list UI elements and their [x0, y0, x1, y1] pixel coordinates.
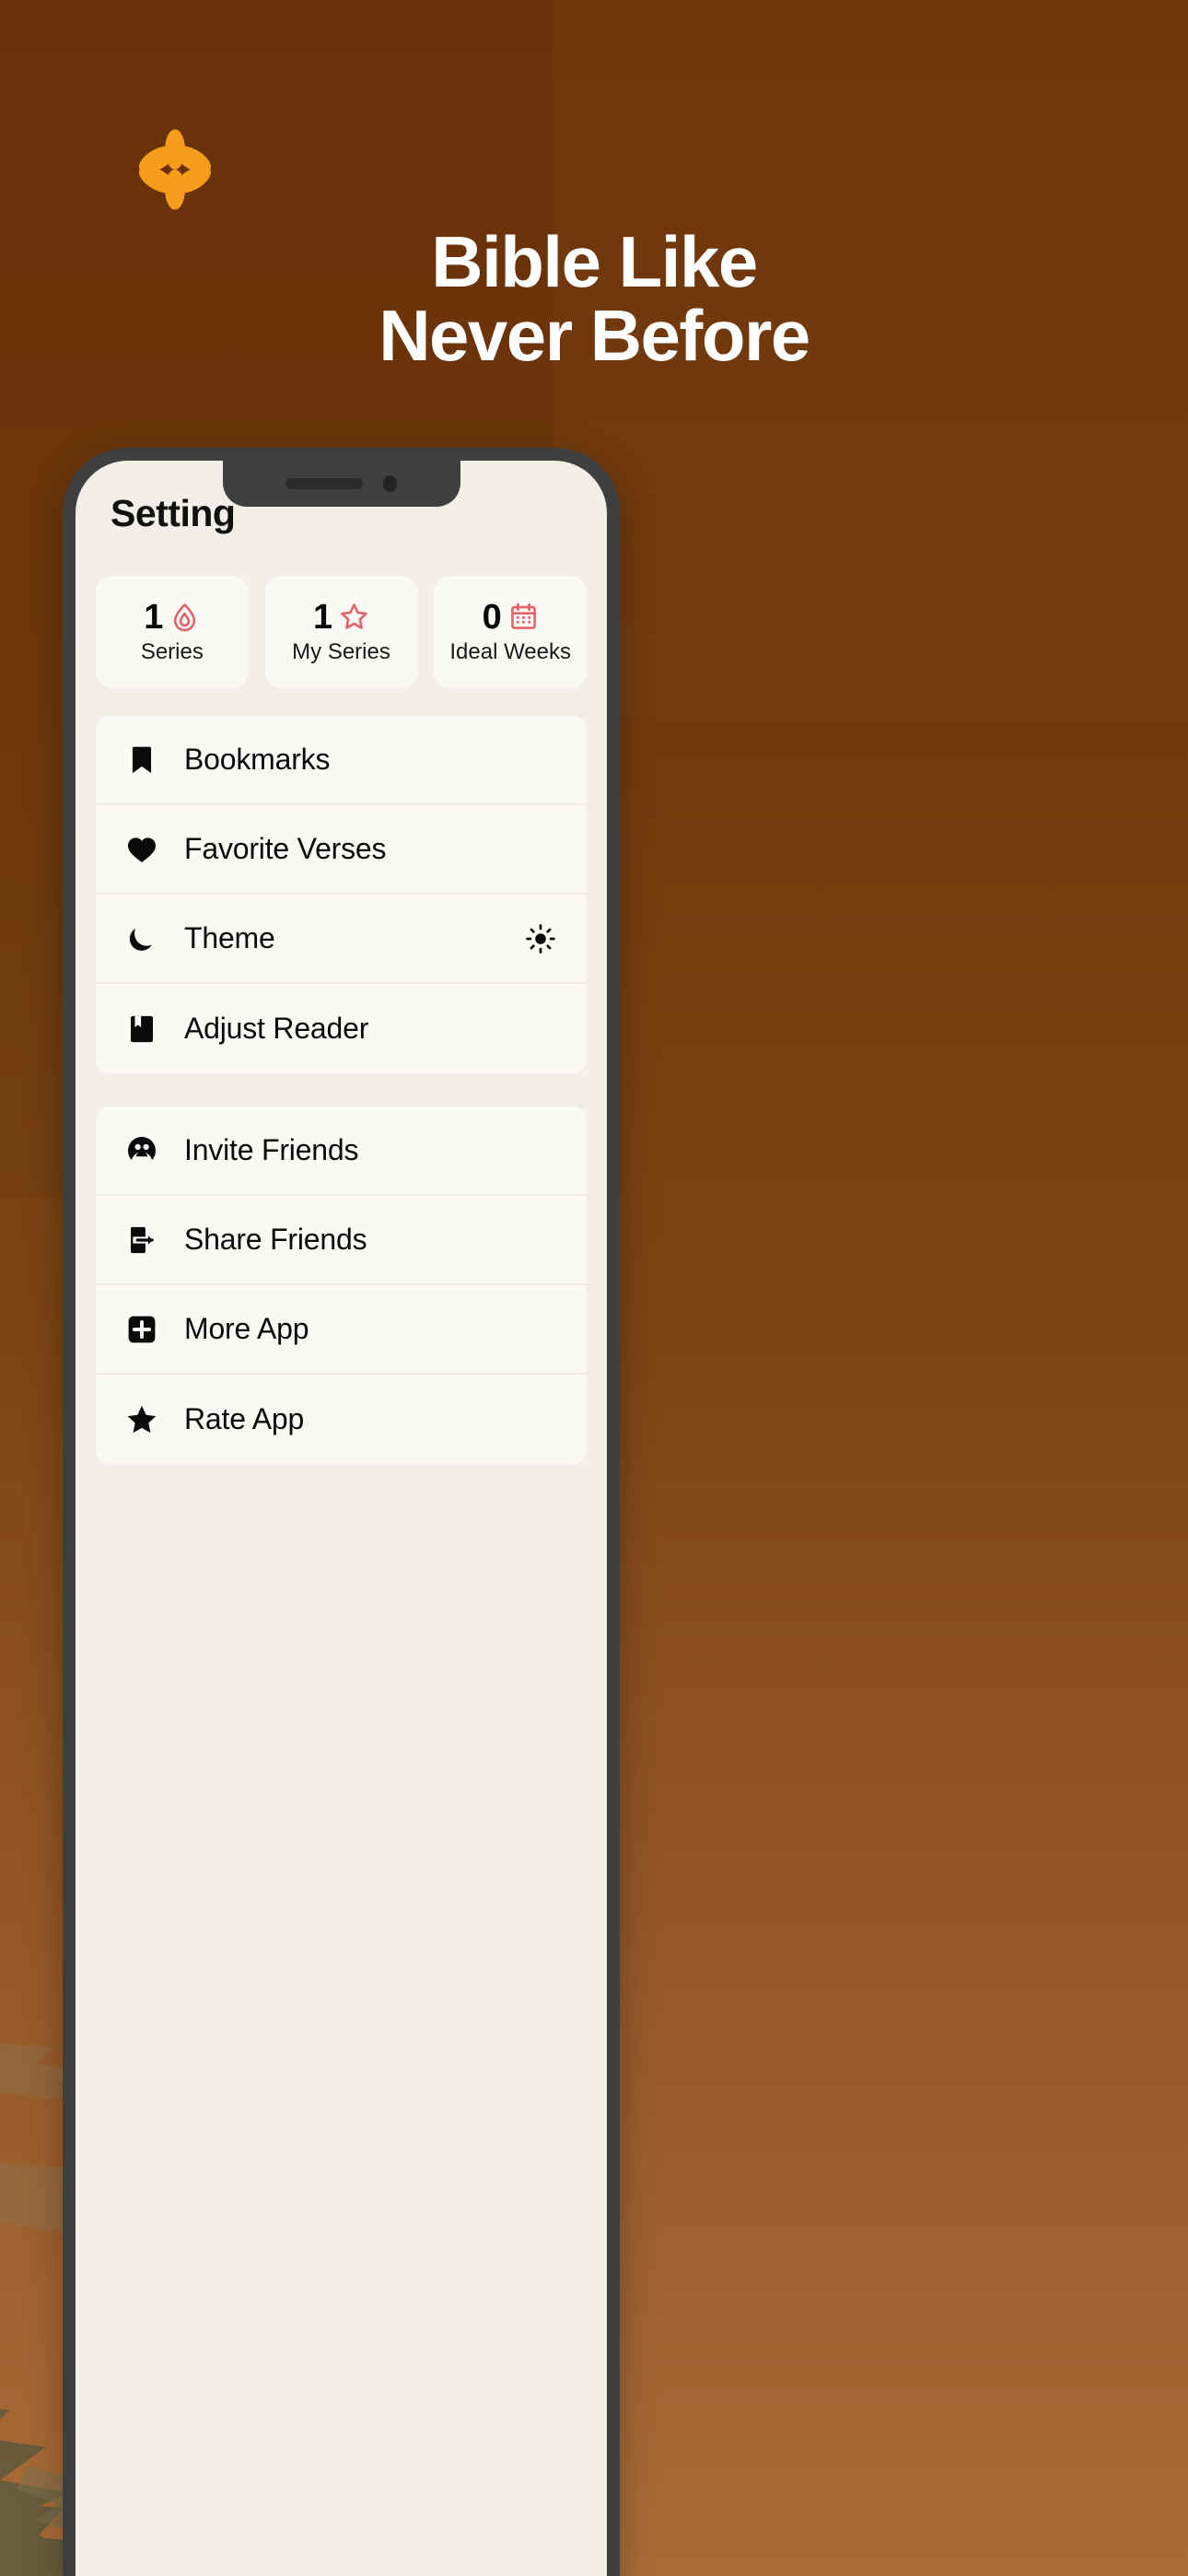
stat-card-series[interactable]: 1 Series	[96, 576, 249, 688]
stat-value-row: 1	[144, 600, 200, 635]
moon-icon	[125, 922, 158, 955]
list-item-label: Adjust Reader	[184, 1012, 369, 1045]
asterisk-flower-icon	[138, 129, 212, 210]
list-item-label: Bookmarks	[184, 743, 331, 776]
sun-icon[interactable]	[524, 922, 557, 955]
stat-card-ideal-weeks[interactable]: 0 Ideal Weeks	[434, 576, 588, 688]
promo-screenshot: Bible Like Never Before Setting 1 Series…	[0, 0, 1188, 2576]
list-item-more-app[interactable]: More App	[96, 1285, 587, 1375]
bookmark-icon	[125, 744, 158, 777]
headline-line-1: Bible Like	[431, 221, 758, 302]
stat-card-my-series[interactable]: 1 My Series	[264, 576, 418, 688]
calendar-icon	[510, 603, 536, 629]
list-item-bookmarks[interactable]: Bookmarks	[96, 716, 587, 805]
stat-value-row: 1	[313, 600, 369, 635]
list-item-theme[interactable]: Theme	[96, 895, 587, 984]
list-item-label: Invite Friends	[184, 1133, 359, 1166]
list-item-label: Share Friends	[184, 1223, 367, 1256]
list-item-label: Favorite Verses	[184, 832, 387, 865]
front-camera-icon	[383, 475, 397, 492]
phone-screen: Setting 1 Series 1 My Series 0 Ideal Wee…	[76, 461, 607, 2576]
star-outline-icon	[341, 603, 367, 629]
star-filled-icon	[125, 1403, 158, 1436]
list-item-share-friends[interactable]: Share Friends	[96, 1196, 587, 1285]
phone-notch	[222, 461, 460, 507]
list-item-invite-friends[interactable]: Invite Friends	[96, 1107, 587, 1196]
stat-value: 0	[482, 597, 502, 637]
phone-mockup: Setting 1 Series 1 My Series 0 Ideal Wee…	[63, 448, 620, 2576]
list-item-rate-app[interactable]: Rate App	[96, 1375, 587, 1464]
stat-label: My Series	[292, 638, 390, 664]
plus-square-icon	[125, 1313, 158, 1346]
people-circle-icon	[125, 1134, 158, 1167]
heart-icon	[125, 833, 158, 866]
brand-logo	[0, 129, 1188, 210]
stat-label: Series	[140, 638, 204, 664]
share-phone-icon	[125, 1224, 158, 1257]
stat-value: 1	[312, 597, 333, 637]
settings-group-library: Bookmarks Favorite Verses Theme Adjust R…	[96, 716, 587, 1073]
stat-value-row: 0	[483, 600, 539, 635]
earpiece-speaker-icon	[285, 478, 363, 489]
stat-value: 1	[144, 597, 164, 637]
list-item-label: Rate App	[184, 1402, 305, 1435]
flame-icon	[174, 603, 196, 632]
promo-headline: Bible Like Never Before	[0, 225, 1188, 376]
settings-group-social: Invite Friends Share Friends More App Ra…	[96, 1107, 587, 1464]
list-item-label: Theme	[184, 921, 275, 954]
list-item-adjust-reader[interactable]: Adjust Reader	[96, 984, 587, 1073]
headline-line-2: Never Before	[379, 294, 810, 376]
settings-screen: Setting 1 Series 1 My Series 0 Ideal Wee…	[76, 461, 607, 1464]
stat-label: Ideal Weeks	[449, 638, 571, 664]
list-item-label: More App	[184, 1312, 309, 1345]
book-icon	[125, 1013, 158, 1046]
stats-row: 1 Series 1 My Series 0 Ideal Weeks	[96, 576, 588, 688]
list-item-favorite-verses[interactable]: Favorite Verses	[96, 805, 587, 895]
